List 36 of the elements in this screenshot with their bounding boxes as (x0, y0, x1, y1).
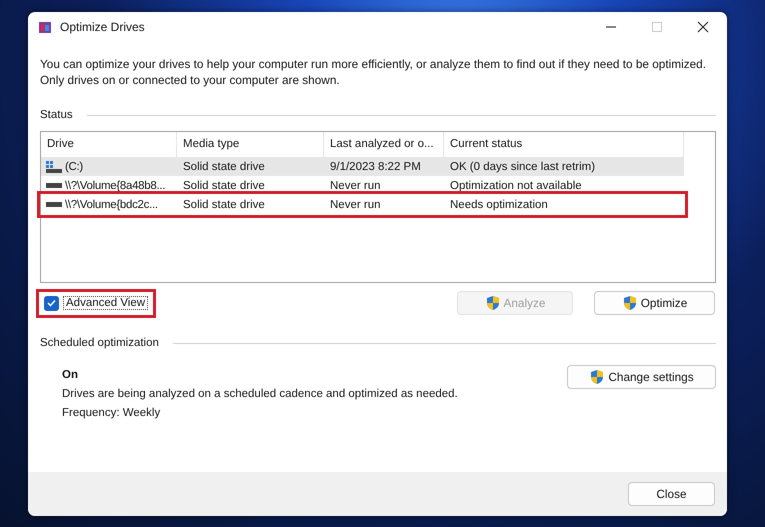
shield-icon (622, 295, 638, 311)
table-cell-text: Needs optimization (449, 198, 549, 210)
checkbox[interactable] (44, 296, 59, 310)
app-icon (38, 20, 52, 34)
drive-icon (46, 160, 62, 172)
drive-row[interactable]: \\?\Volume{bdc2c... Solid state drive Never run Needs optimization (41, 195, 684, 214)
checkmark-icon (47, 299, 56, 307)
table-cell-text: OK (0 days since last retrim) (449, 160, 596, 172)
table-cell-text: Never run (329, 198, 382, 210)
table-cell-text: 9/1/2023 8:22 PM (329, 160, 422, 172)
shield-icon (589, 369, 606, 385)
table-cell-text: Optimization not available (449, 180, 583, 192)
close-icon[interactable] (697, 21, 709, 33)
schedule-detail: Drives are being analyzed on a scheduled cadence and optimized as needed. (62, 388, 459, 400)
table-cell-text: Solid state drive (182, 198, 266, 210)
drive-icon (46, 183, 62, 188)
description-text: You can optimize your drives to help your computer run more efficiently, or analyze them to find out if they need to be optimized. Only drives on or connected to your computer are shown. (40, 56, 708, 88)
table-cell: (C:) (65, 160, 83, 172)
table-cell: \\?\Volume{bdc2c... (65, 198, 158, 210)
optimize-button[interactable]: Optimize (594, 291, 715, 315)
shield-icon (484, 295, 500, 311)
drive-row[interactable]: (C:) Solid state drive 9/1/2023 8:22 PM OK (0 days since last retrim) (41, 157, 684, 176)
table-cell: \\?\Volume{8a48b8... (65, 180, 166, 192)
table-cell-text: Solid state drive (182, 180, 266, 192)
schedule-state: On (62, 369, 79, 381)
maximize-icon (651, 21, 663, 33)
table-cell-text: Solid state drive (182, 160, 266, 172)
window-title: Optimize Drives (60, 20, 146, 34)
close-button[interactable]: Close (628, 482, 715, 506)
schedule-frequency: Frequency: Weekly (62, 407, 162, 419)
status-heading: Status (40, 109, 73, 121)
drive-icon (46, 202, 62, 207)
change-settings-button[interactable]: Change settings (567, 365, 716, 389)
scheduled-heading: Scheduled optimization (40, 337, 159, 349)
drive-row[interactable]: \\?\Volume{8a48b8... Solid state drive Never run Optimization not available (41, 176, 684, 195)
table-cell-text: Never run (329, 180, 382, 192)
